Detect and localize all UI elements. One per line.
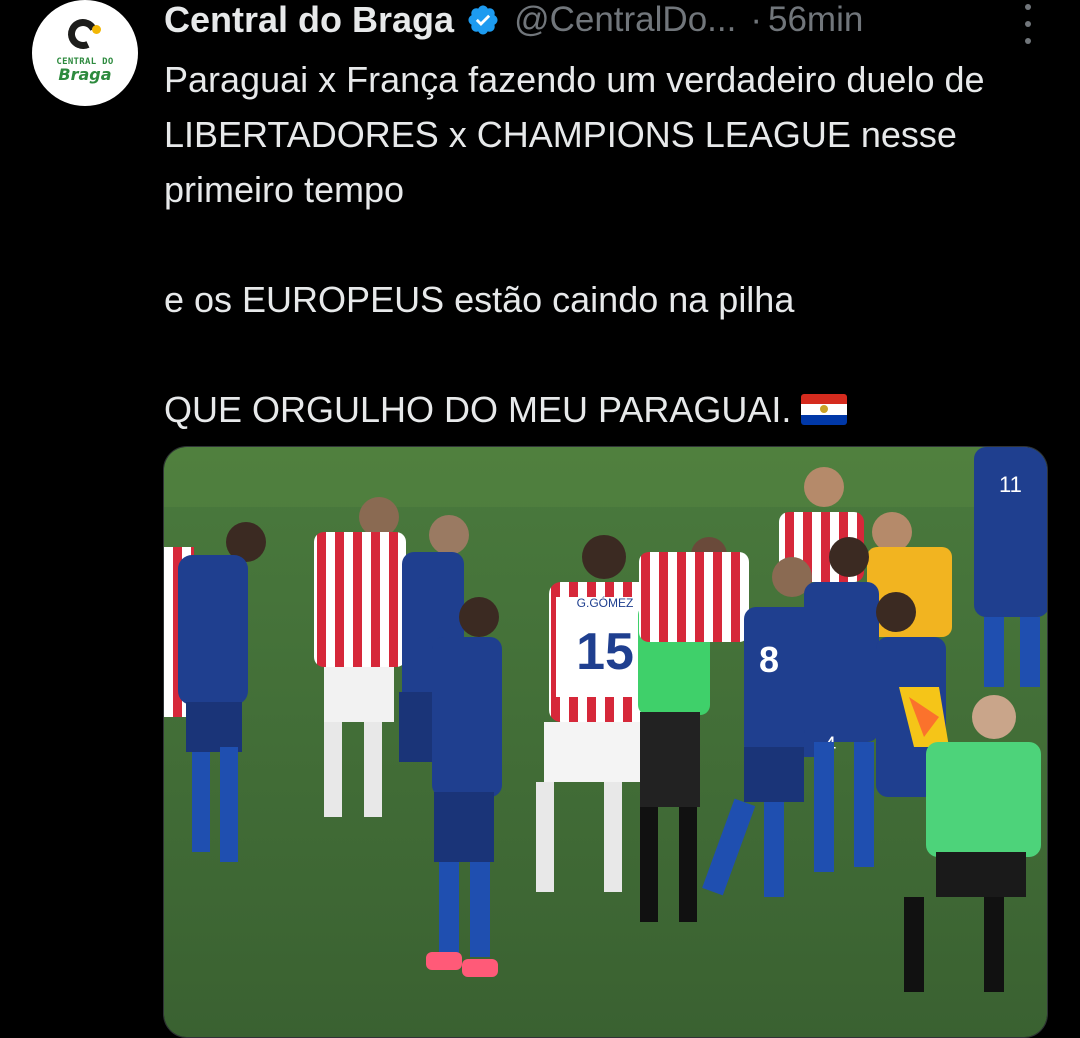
jersey-number-text: 15 (576, 623, 634, 681)
avatar[interactable]: CENTRAL DO Braga (32, 0, 138, 106)
central-do-braga-logo-icon (63, 14, 103, 54)
tweet-line-3-text: QUE ORGULHO DO MEU PARAGUAI. (164, 389, 792, 430)
paraguay-flag-icon (801, 394, 848, 425)
tweet-line-2: e os EUROPEUS estão caindo na pilha (164, 279, 795, 320)
verified-badge-icon (468, 5, 498, 35)
football-scuffle-photo: G.GÓMEZ 15 8 11 (164, 447, 1047, 1037)
jersey-name-text: G.GÓMEZ (577, 595, 634, 610)
tweet-line-1: Paraguai x França fazendo um verdadeiro … (164, 59, 985, 210)
jersey-number-11: 11 (999, 472, 1022, 497)
tweet-header: Central do Braga @CentralDo... · 56min (164, 0, 863, 46)
avatar-logo-text-bottom: Braga (58, 65, 112, 84)
tweet-photo[interactable]: G.GÓMEZ 15 8 11 (163, 446, 1048, 1038)
more-options-icon[interactable] (1022, 4, 1034, 44)
timestamp[interactable]: 56min (768, 0, 863, 40)
tweet-text: Paraguai x França fazendo um verdadeiro … (164, 52, 1044, 437)
separator-dot: · (750, 0, 762, 39)
display-name[interactable]: Central do Braga (164, 0, 454, 41)
jersey-number-8: 8 (759, 639, 779, 680)
tweet-line-3: QUE ORGULHO DO MEU PARAGUAI. (164, 382, 1044, 437)
user-handle[interactable]: @CentralDo... (514, 0, 736, 40)
